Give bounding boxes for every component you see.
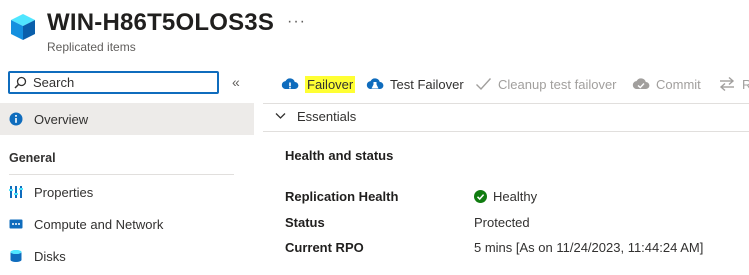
property-label: Current RPO bbox=[285, 240, 364, 255]
switch-arrows-icon bbox=[719, 76, 735, 92]
checkmark-icon bbox=[476, 78, 492, 91]
search-icon bbox=[14, 76, 27, 89]
property-value: Healthy bbox=[474, 189, 537, 204]
collapse-sidebar-button[interactable]: « bbox=[232, 74, 240, 90]
sidebar-item-label: Properties bbox=[34, 184, 94, 200]
essentials-toggle[interactable]: Essentials bbox=[275, 107, 356, 125]
toolbar-button-label: Test Failover bbox=[390, 76, 464, 92]
switch-button[interactable]: R bbox=[718, 74, 749, 94]
sidebar-item-properties[interactable]: Properties bbox=[0, 176, 254, 208]
section-divider bbox=[9, 174, 234, 175]
commit-button[interactable]: Commit bbox=[632, 74, 701, 94]
test-failover-button[interactable]: Test Failover bbox=[366, 74, 464, 94]
sidebar-item-label: Compute and Network bbox=[34, 216, 164, 232]
search-input[interactable] bbox=[33, 74, 213, 91]
failover-icon bbox=[281, 78, 299, 89]
sidebar-item-disks[interactable]: Disks bbox=[0, 240, 254, 272]
cleanup-test-failover-button[interactable]: Cleanup test failover bbox=[475, 74, 617, 94]
search-box[interactable] bbox=[8, 71, 219, 94]
essentials-label: Essentials bbox=[297, 108, 357, 124]
replication-health-value: Healthy bbox=[493, 189, 538, 204]
property-label: Replication Health bbox=[285, 189, 399, 204]
network-icon bbox=[9, 217, 23, 231]
sidebar-item-label: Overview bbox=[34, 111, 89, 127]
property-value: Protected bbox=[474, 215, 530, 230]
sidebar-item-label: Disks bbox=[34, 248, 66, 264]
commit-icon bbox=[632, 78, 650, 89]
page-subtitle: Replicated items bbox=[47, 40, 136, 54]
test-failover-icon bbox=[366, 78, 384, 89]
chevron-down-icon bbox=[275, 113, 286, 119]
toolbar-button-label: Commit bbox=[656, 76, 701, 92]
cube-icon bbox=[10, 13, 36, 41]
toolbar-button-label: R bbox=[742, 76, 749, 92]
sidebar-section-general: General bbox=[9, 151, 56, 165]
properties-icon bbox=[9, 185, 23, 199]
toolbar-button-label: Cleanup test failover bbox=[498, 76, 617, 92]
info-icon bbox=[9, 112, 23, 126]
toolbar-divider bbox=[263, 103, 749, 104]
disks-icon bbox=[9, 249, 23, 263]
property-label: Status bbox=[285, 215, 325, 230]
sidebar-item-compute-and-network[interactable]: Compute and Network bbox=[0, 208, 254, 240]
toolbar-button-label: Failover bbox=[305, 75, 356, 93]
sidebar-item-overview[interactable]: Overview bbox=[0, 103, 254, 135]
property-value: 5 mins [As on 11/24/2023, 11:44:24 AM] bbox=[474, 240, 704, 255]
page-title: WIN-H86T5OLOS3S bbox=[47, 9, 275, 36]
failover-button[interactable]: Failover bbox=[281, 74, 356, 94]
essentials-divider bbox=[263, 131, 749, 132]
check-circle-icon bbox=[474, 190, 487, 203]
ellipsis-icon[interactable]: ··· bbox=[287, 13, 306, 31]
section-title: Health and status bbox=[285, 148, 394, 163]
